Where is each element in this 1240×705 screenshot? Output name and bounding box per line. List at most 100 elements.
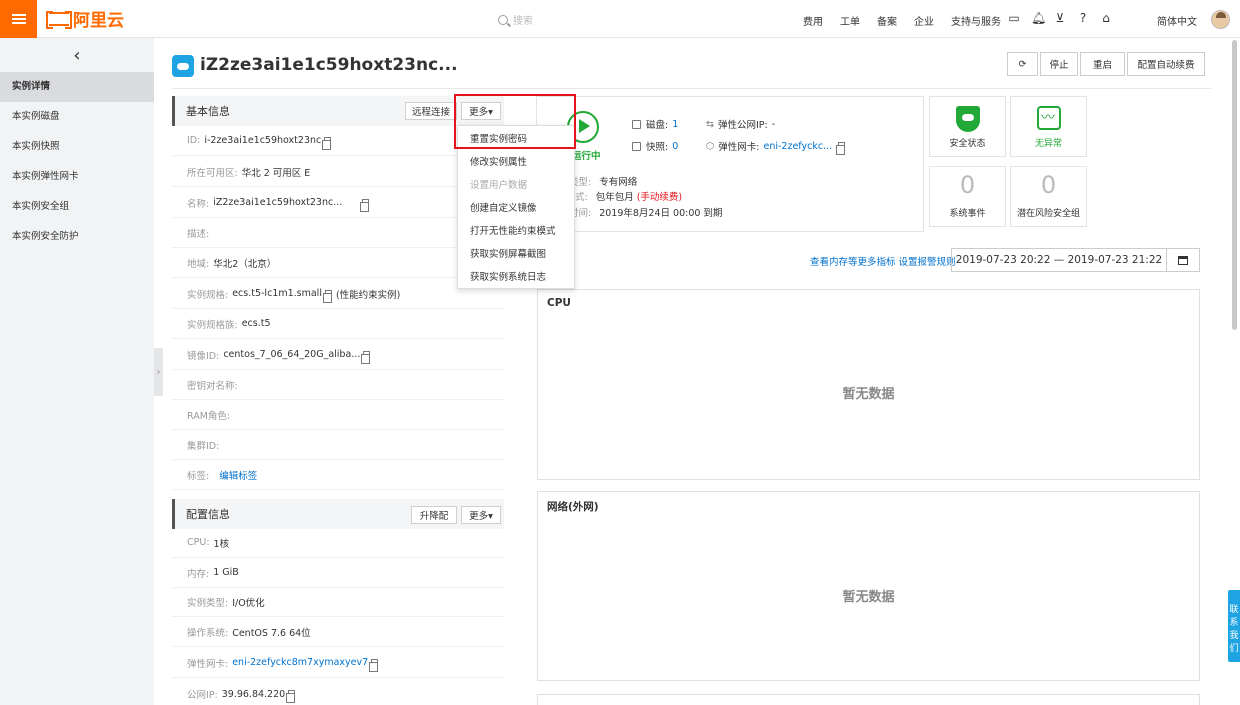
- nav-fees[interactable]: 费用: [803, 13, 823, 28]
- copy-icon[interactable]: [286, 690, 296, 703]
- search-placeholder: 搜索: [513, 16, 533, 27]
- security-status-card[interactable]: 安全状态: [929, 96, 1006, 157]
- top-icons: ▭ 🔔︎ ⊻ ? ⌂: [1008, 12, 1123, 24]
- copy-icon[interactable]: [369, 658, 379, 672]
- copy-icon[interactable]: [836, 142, 846, 155]
- menu-set-user-data[interactable]: 设置用户数据: [458, 174, 574, 197]
- back-chevron-icon[interactable]: ‹: [0, 38, 154, 72]
- menu-system-log[interactable]: 获取实例系统日志: [458, 266, 574, 289]
- info-row-ram-role: RAM角色:: [172, 400, 504, 430]
- disk-count: 磁盘: 1: [632, 117, 678, 131]
- info-row-zone: 所在可用区: 华北 2 可用区 E: [172, 157, 504, 187]
- logo-text: 阿里云: [73, 11, 124, 31]
- nav-tickets[interactable]: 工单: [840, 13, 860, 28]
- disk-icon: [632, 119, 641, 129]
- refresh-icon: ⟳: [1018, 58, 1027, 70]
- config-info-header: 配置信息 升降配 更多▾: [172, 499, 504, 529]
- aliyun-logo-icon: [46, 11, 72, 29]
- billing-type: 式: 包年包月 (手动续费): [575, 192, 683, 203]
- info-row-description: 描述:: [172, 218, 504, 248]
- network-chart: 网络(外网) 暂无数据: [537, 491, 1200, 681]
- terminal-icon[interactable]: ▭: [1008, 12, 1020, 24]
- home-icon[interactable]: ⌂: [1100, 12, 1112, 24]
- config-row-os: 操作系统: CentOS 7.6 64位: [172, 617, 504, 647]
- menu-button[interactable]: [0, 0, 37, 38]
- menu-screenshot[interactable]: 获取实例屏幕截图: [458, 243, 574, 266]
- more-dropdown-menu: 重置实例密码 修改实例属性 设置用户数据 创建自定义镜像 打开无性能约束模式 获…: [457, 125, 575, 289]
- avatar[interactable]: [1211, 10, 1230, 29]
- calendar-icon: [1178, 255, 1188, 265]
- hamburger-icon: [11, 13, 26, 24]
- restart-button[interactable]: 重启: [1080, 52, 1125, 76]
- snapshot-icon: [632, 141, 641, 151]
- info-row-spec-family: 实例规格族: ecs.t5: [172, 309, 504, 339]
- eni-info: ⬡ 弹性网卡: eni-2zefyckc...: [706, 139, 846, 155]
- snapshot-count: 快照: 0: [632, 139, 678, 153]
- copy-icon[interactable]: [322, 289, 332, 303]
- help-icon[interactable]: ?: [1077, 12, 1089, 24]
- eni-icon: ⬡: [706, 140, 715, 152]
- auto-renew-button[interactable]: 配置自动续费: [1127, 52, 1205, 76]
- eip-icon: ⇆: [706, 118, 714, 130]
- config-row-public-ip: 公网IP: 39.96.84.220: [172, 679, 504, 705]
- config-info-title: 配置信息: [186, 508, 230, 521]
- date-range-picker[interactable]: 2019-07-23 20:22 — 2019-07-23 21:22: [951, 248, 1167, 272]
- copy-icon[interactable]: [361, 350, 371, 364]
- sidebar-item-security-protection[interactable]: 本实例安全防护: [0, 222, 154, 252]
- system-events-card[interactable]: 0 系统事件: [929, 166, 1006, 227]
- running-status: 运行中: [572, 151, 601, 162]
- config-row-cpu: CPU: 1核: [172, 528, 504, 558]
- expiry-time: 时间: 2019年8月24日 00:00 到期: [569, 208, 723, 219]
- menu-modify-attributes[interactable]: 修改实例属性: [458, 151, 574, 174]
- refresh-button[interactable]: ⟳: [1007, 52, 1038, 76]
- health-status-card[interactable]: 无异常: [1010, 96, 1087, 157]
- menu-unlimited-mode[interactable]: 打开无性能约束模式: [458, 220, 574, 243]
- nav-icp[interactable]: 备案: [877, 13, 897, 28]
- top-bar: 阿里云 搜索 费用 工单 备案 企业 支持与服务 ▭ 🔔︎ ⊻ ? ⌂ 简体中文: [0, 0, 1240, 38]
- sidebar: ‹ 实例详情 本实例磁盘 本实例快照 本实例弹性网卡 本实例安全组 本实例安全防…: [0, 38, 154, 705]
- search-icon: [498, 14, 508, 25]
- annotation-highlight-box: [454, 94, 576, 149]
- pulse-icon: [1037, 106, 1061, 130]
- info-row-keypair: 密钥对名称:: [172, 370, 504, 400]
- eni-link[interactable]: eni-2zefyckc8m7xymaxyev7: [232, 657, 368, 668]
- menu-create-image[interactable]: 创建自定义镜像: [458, 197, 574, 220]
- calendar-button[interactable]: [1166, 248, 1200, 272]
- nav-enterprise[interactable]: 企业: [914, 13, 934, 28]
- nav-support[interactable]: 支持与服务: [951, 13, 1001, 28]
- sidebar-item-disks[interactable]: 本实例磁盘: [0, 102, 154, 132]
- collapse-handle[interactable]: ›: [154, 348, 163, 396]
- upgrade-button[interactable]: 升降配: [411, 506, 457, 524]
- page-title: iZ2ze3ai1e1c59hoxt23nc...: [200, 55, 458, 75]
- info-row-name: 名称: iZ2ze3ai1e1c59hoxt23nc...: [172, 188, 504, 218]
- network-type: 类型: 专有网络: [569, 177, 638, 188]
- risk-security-group-card[interactable]: 0 潜在风险安全组: [1010, 166, 1087, 227]
- copy-icon[interactable]: [360, 198, 370, 212]
- edit-tags-link[interactable]: 编辑标签: [219, 468, 257, 482]
- monitor-links[interactable]: 查看内存等更多指标 设置报警规则: [810, 254, 956, 268]
- sidebar-item-security-groups[interactable]: 本实例安全组: [0, 192, 154, 222]
- scrollbar[interactable]: [1232, 40, 1237, 330]
- language-switch[interactable]: 简体中文: [1157, 13, 1197, 28]
- next-chart: [537, 694, 1200, 705]
- info-row-spec: 实例规格: ecs.t5-lc1m1.small (性能约束实例): [172, 279, 504, 309]
- network-no-data: 暂无数据: [842, 590, 895, 605]
- logo[interactable]: 阿里云: [46, 6, 124, 31]
- remote-connect-button[interactable]: 远程连接: [405, 102, 457, 120]
- sidebar-item-snapshots[interactable]: 本实例快照: [0, 132, 154, 162]
- contact-us-button[interactable]: 联系我们: [1228, 590, 1240, 662]
- cart-icon[interactable]: ⊻: [1054, 12, 1066, 24]
- config-row-eni: 弹性网卡: eni-2zefyckc8m7xymaxyev7: [172, 648, 504, 678]
- header-actions: ⟳ 停止 重启 配置自动续费: [1007, 52, 1207, 76]
- config-more-button[interactable]: 更多▾: [461, 506, 501, 524]
- sidebar-item-eni[interactable]: 本实例弹性网卡: [0, 162, 154, 192]
- sidebar-item-instance-details[interactable]: 实例详情: [0, 72, 154, 102]
- stop-button[interactable]: 停止: [1040, 52, 1078, 76]
- copy-icon[interactable]: [322, 136, 332, 150]
- search-box[interactable]: 搜索: [498, 12, 533, 27]
- info-row-image-id: 镜像ID: centos_7_06_64_20G_aliba...: [172, 340, 504, 370]
- bell-icon[interactable]: 🔔︎: [1031, 12, 1046, 24]
- cpu-chart: CPU 暂无数据: [537, 289, 1200, 480]
- info-row-region: 地域: 华北2（北京）: [172, 248, 504, 278]
- basic-info-title: 基本信息: [186, 105, 230, 118]
